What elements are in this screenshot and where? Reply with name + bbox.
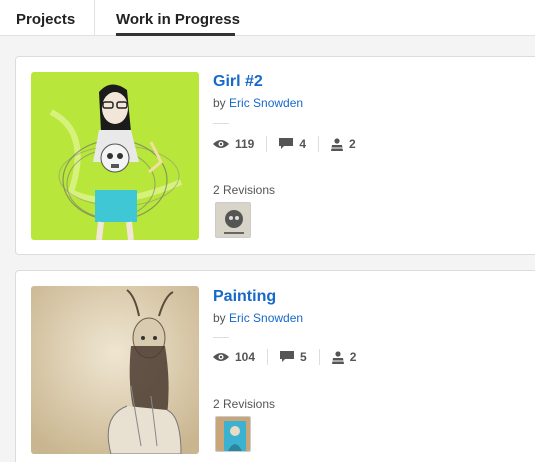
stat-divider bbox=[266, 136, 268, 152]
views-stat: 119 bbox=[213, 137, 254, 151]
by-label: by bbox=[213, 96, 226, 110]
comments-count: 5 bbox=[300, 350, 307, 364]
views-count: 119 bbox=[235, 137, 255, 151]
tab-bar: Projects Work in Progress bbox=[0, 0, 535, 36]
comments-count: 4 bbox=[299, 137, 307, 151]
byline: by Eric Snowden bbox=[213, 311, 303, 325]
artwork-thumbnail[interactable] bbox=[31, 72, 199, 240]
stats-row: 119 4 2 bbox=[213, 135, 356, 153]
tab-projects[interactable]: Projects bbox=[16, 11, 75, 28]
wip-card: Painting by Eric Snowden 104 5 2 2 Revis… bbox=[15, 270, 535, 462]
stat-divider bbox=[318, 136, 320, 152]
wip-card: Girl #2 by Eric Snowden 119 4 2 2 Revisi… bbox=[15, 56, 535, 255]
views-stat: 104 bbox=[213, 350, 255, 364]
divider bbox=[213, 123, 229, 124]
collaborators-stat: 2 bbox=[331, 350, 357, 364]
collaborators-count: 2 bbox=[349, 137, 356, 151]
eye-icon bbox=[213, 140, 229, 148]
divider bbox=[213, 337, 229, 338]
comment-icon bbox=[279, 138, 294, 149]
item-title[interactable]: Girl #2 bbox=[213, 73, 263, 91]
revision-thumbnail[interactable] bbox=[215, 416, 251, 452]
revision-thumbnail[interactable] bbox=[215, 202, 251, 238]
user-icon bbox=[331, 350, 344, 364]
user-icon bbox=[331, 137, 344, 151]
stat-divider bbox=[267, 349, 269, 365]
tab-divider bbox=[94, 0, 95, 36]
item-title[interactable]: Painting bbox=[213, 288, 276, 306]
tab-work-in-progress[interactable]: Work in Progress bbox=[116, 11, 240, 28]
revisions-label[interactable]: 2 Revisions bbox=[213, 397, 275, 411]
author-link[interactable]: Eric Snowden bbox=[229, 311, 303, 325]
eye-icon bbox=[213, 353, 229, 361]
comments-stat: 4 bbox=[279, 137, 306, 151]
by-label: by bbox=[213, 311, 226, 325]
active-tab-indicator bbox=[116, 33, 235, 36]
author-link[interactable]: Eric Snowden bbox=[229, 96, 303, 110]
byline: by Eric Snowden bbox=[213, 96, 303, 110]
collaborators-count: 2 bbox=[349, 350, 357, 364]
collaborators-stat: 2 bbox=[331, 137, 356, 151]
stats-row: 104 5 2 bbox=[213, 348, 356, 366]
artwork-thumbnail[interactable] bbox=[31, 286, 199, 454]
revisions-label[interactable]: 2 Revisions bbox=[213, 183, 275, 197]
stat-divider bbox=[318, 349, 320, 365]
comment-icon bbox=[280, 351, 295, 362]
views-count: 104 bbox=[235, 350, 256, 364]
comments-stat: 5 bbox=[280, 350, 307, 364]
